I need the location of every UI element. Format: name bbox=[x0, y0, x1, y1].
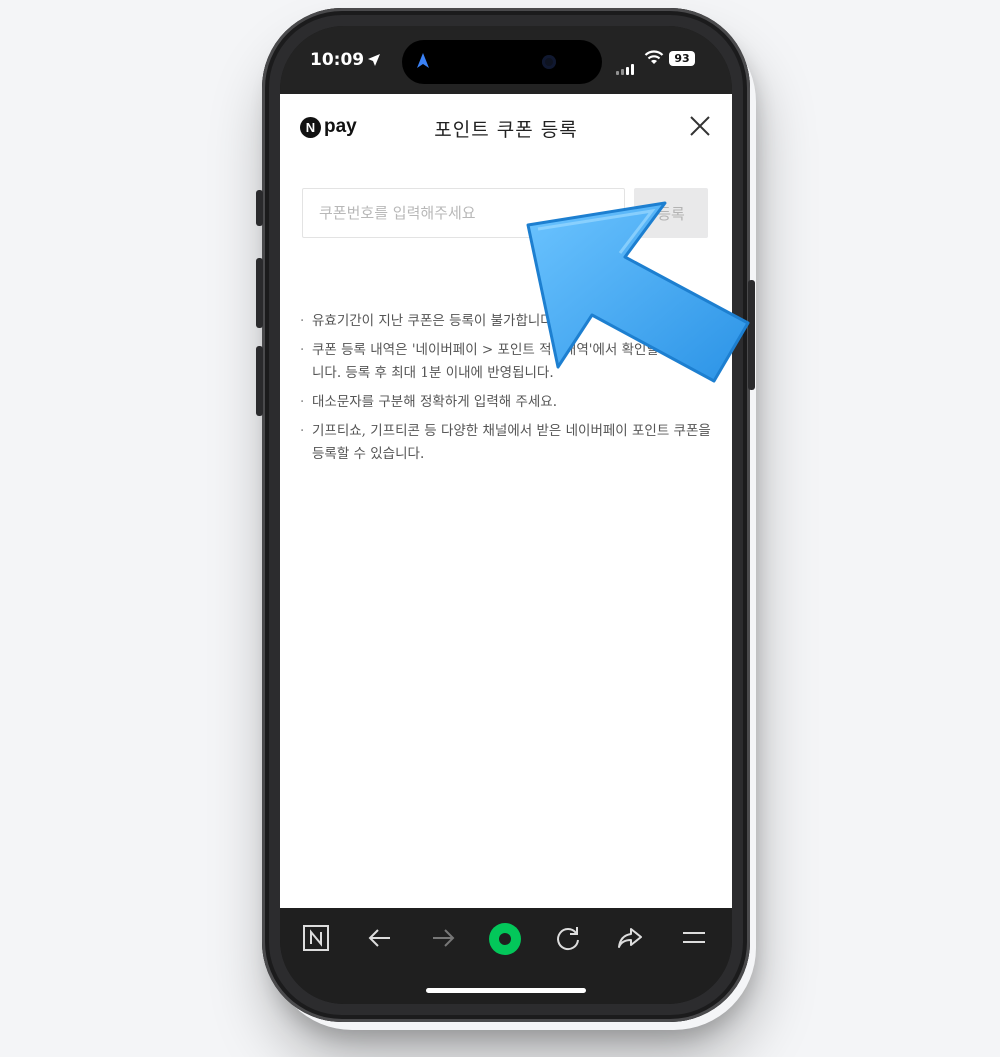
refresh-icon[interactable] bbox=[554, 924, 582, 952]
status-bar: 10:09 93 bbox=[280, 26, 732, 94]
volume-down-button bbox=[256, 346, 263, 416]
camera-icon bbox=[542, 55, 556, 69]
action-button bbox=[256, 190, 263, 226]
navigation-icon bbox=[417, 53, 429, 68]
green-dot-icon[interactable] bbox=[487, 921, 523, 957]
location-arrow-icon bbox=[368, 54, 380, 66]
page-header: N pay 포인트 쿠폰 등록 bbox=[280, 94, 732, 160]
signal-icon bbox=[616, 56, 636, 75]
notice-item: 기프티쇼, 기프티콘 등 다양한 채널에서 받은 네이버페이 포인트 쿠폰을 등… bbox=[300, 420, 712, 466]
volume-up-button bbox=[256, 258, 263, 328]
battery-indicator: 93 bbox=[669, 51, 695, 66]
naver-icon[interactable] bbox=[302, 924, 330, 952]
wifi-icon bbox=[644, 50, 664, 64]
home-indicator bbox=[426, 988, 586, 993]
browser-toolbar bbox=[280, 908, 732, 1004]
dynamic-island bbox=[402, 40, 602, 84]
share-icon[interactable] bbox=[616, 924, 644, 952]
pointer-arrow-icon bbox=[526, 201, 750, 383]
close-icon[interactable] bbox=[688, 114, 712, 138]
page-title: 포인트 쿠폰 등록 bbox=[434, 119, 578, 141]
phone-screen: 10:09 93 N pay 포인트 쿠폰 등록 쿠폰번호를 입력해주세요 등록… bbox=[280, 26, 732, 1004]
forward-icon[interactable] bbox=[429, 924, 457, 952]
status-time: 10:09 bbox=[310, 50, 365, 70]
menu-icon[interactable] bbox=[680, 924, 708, 952]
back-icon[interactable] bbox=[366, 924, 394, 952]
